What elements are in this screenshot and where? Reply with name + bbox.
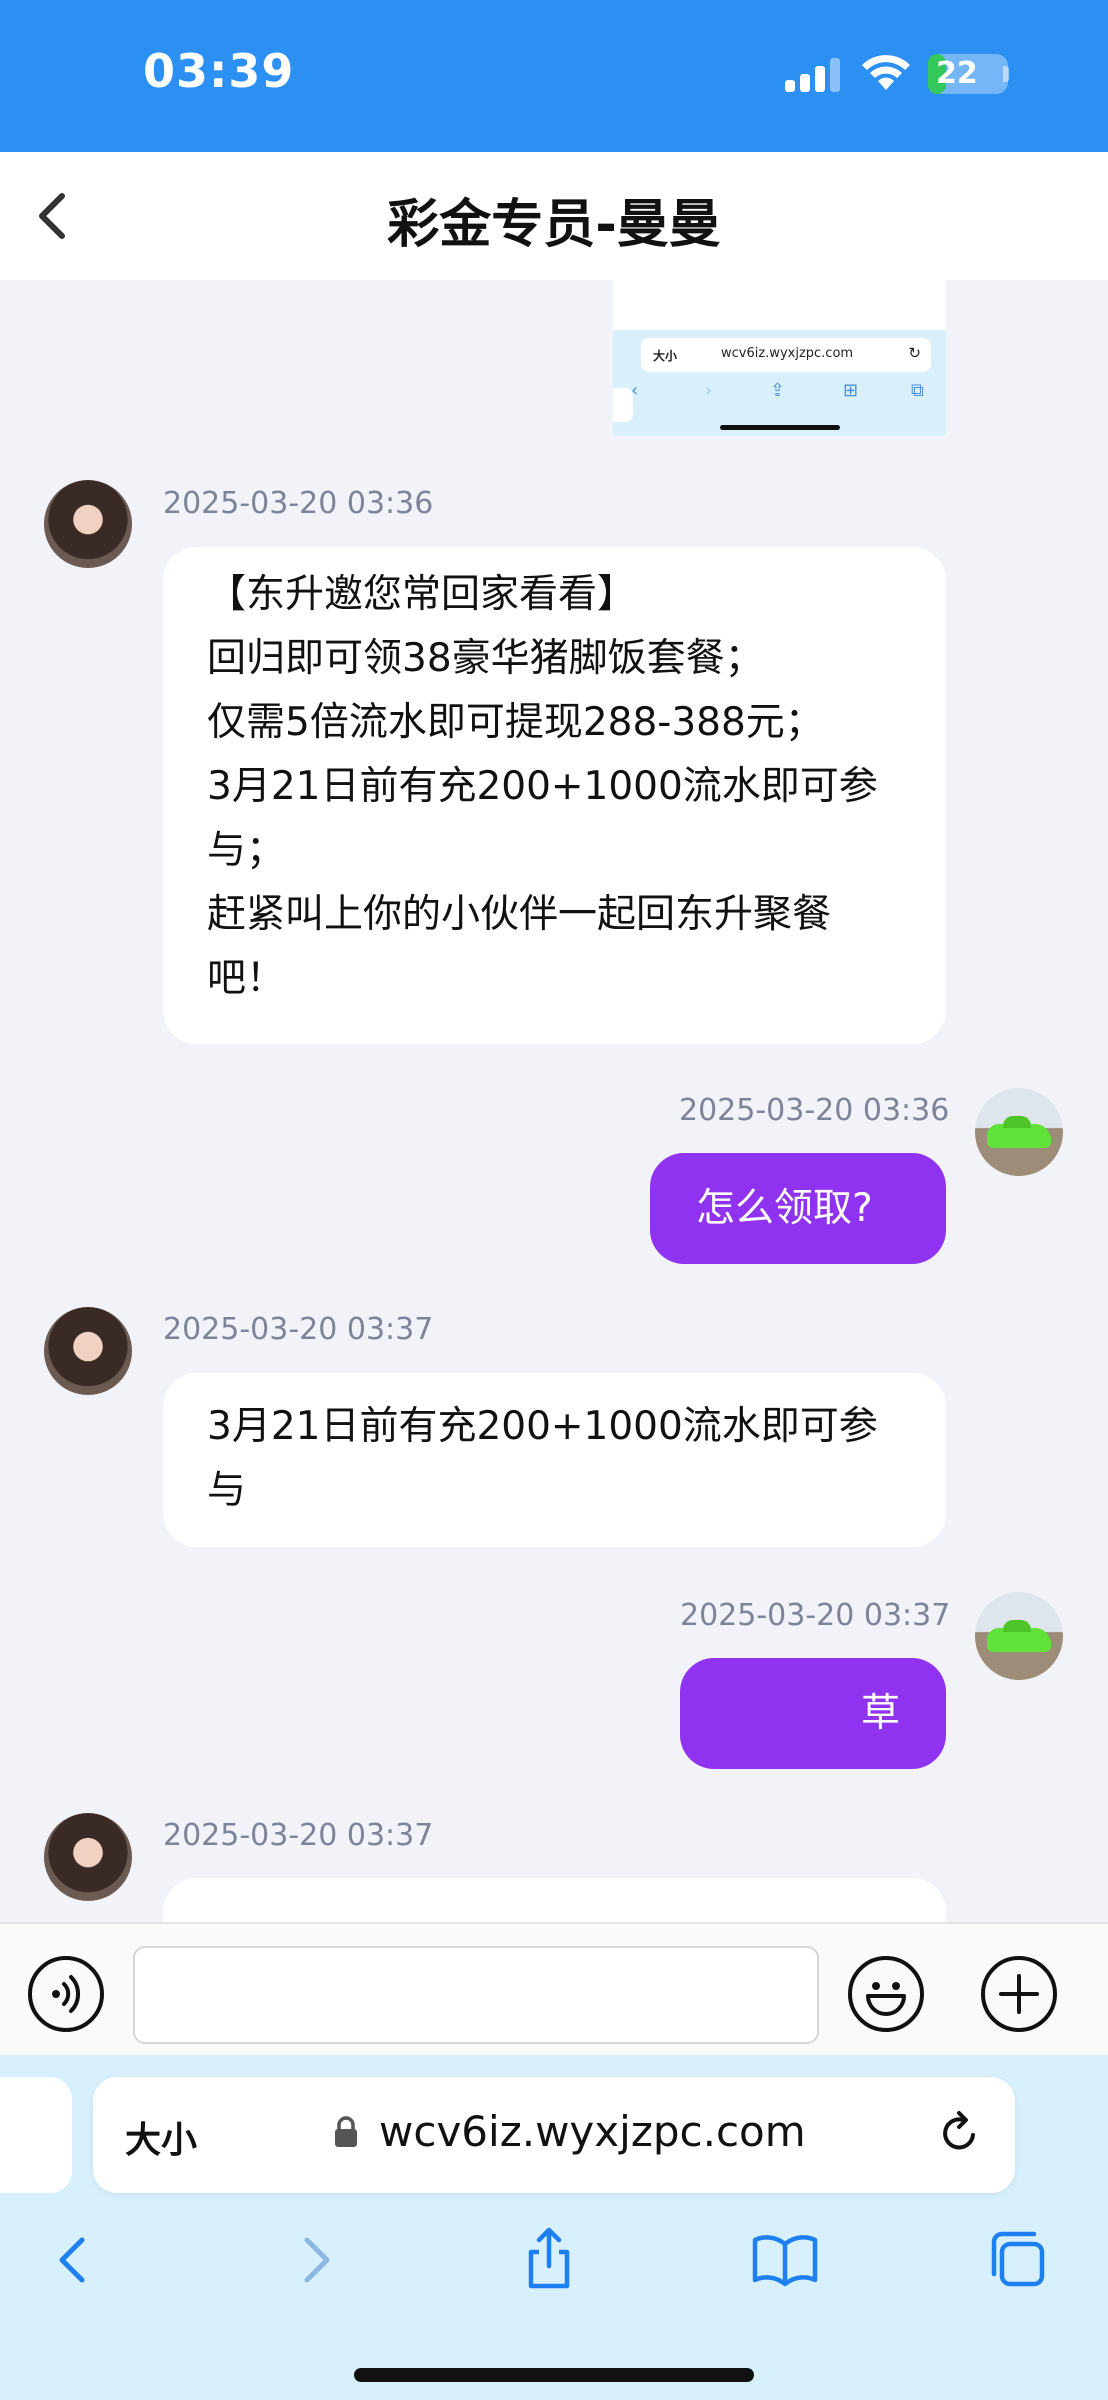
page-title: 彩金专员-曼曼	[387, 195, 721, 255]
message-line: 3月21日前有充200+1000流水即可参	[207, 764, 878, 809]
cellular-signal-icon	[785, 58, 843, 92]
text-size-button[interactable]: 大小	[125, 2111, 197, 2163]
previous-tab[interactable]	[0, 2077, 72, 2193]
thumbnail-reload-icon: ↻	[908, 344, 921, 362]
message-line: 3月21日前有充200+1000流水即可参	[207, 1404, 878, 1449]
message-line: 与	[207, 1468, 247, 1513]
voice-input-button[interactable]	[28, 1956, 104, 2032]
message-bubble-agent[interactable]: 【东升邀您常回家看看】 回归即可领38豪华猪脚饭套餐； 仅需5倍流水即可提现28…	[163, 547, 946, 1044]
battery-icon: 22	[928, 54, 1008, 94]
url-text: wcv6iz.wyxjzpc.com	[379, 2107, 806, 2156]
battery-percent: 22	[936, 56, 978, 91]
thumbnail-url: wcv6iz.wyxjzpc.com	[721, 346, 854, 361]
message-timestamp: 2025-03-20 03:36	[679, 1093, 950, 1128]
agent-avatar[interactable]	[44, 1813, 132, 1901]
message-bubble-agent[interactable]: 3月21日前有充200+1000流水即可参 与	[163, 1373, 946, 1547]
message-bubble-user[interactable]: 怎么领取?	[650, 1153, 946, 1264]
thumbnail-share-icon: ⇪	[770, 380, 786, 401]
thumbnail-home-indicator	[720, 425, 840, 430]
bookmarks-icon[interactable]	[745, 2220, 825, 2300]
message-line: 赶紧叫上你的小伙伴一起回东升聚餐	[207, 892, 832, 937]
thumbnail-forward-icon: ›	[705, 380, 713, 401]
plus-icon	[999, 1974, 1039, 2014]
lock-icon	[335, 2116, 357, 2147]
smiley-icon	[866, 1982, 906, 2016]
message-timestamp: 2025-03-20 03:37	[163, 1818, 434, 1853]
thumbnail-aa-label: 大小	[653, 349, 678, 363]
thumbnail-back-icon: ‹	[631, 380, 639, 401]
wifi-icon	[862, 55, 910, 90]
message-timestamp: 2025-03-20 03:37	[680, 1598, 951, 1633]
message-timestamp: 2025-03-20 03:37	[163, 1312, 434, 1347]
battery-tip	[1003, 66, 1009, 82]
message-input[interactable]	[133, 1946, 819, 2044]
browser-toolbar: 大小 wcv6iz.wyxjzpc.com	[0, 2055, 1108, 2400]
agent-avatar[interactable]	[44, 1307, 132, 1395]
agent-avatar[interactable]	[44, 480, 132, 568]
address-bar[interactable]: 大小 wcv6iz.wyxjzpc.com	[93, 2077, 1015, 2193]
thumbnail-tabs-icon: ⧉	[911, 380, 924, 401]
message-line: 【东升邀您常回家看看】	[207, 572, 637, 617]
voice-icon	[52, 1975, 81, 2013]
image-message-thumbnail[interactable]: 大小 wcv6iz.wyxjzpc.com ↻ ‹ › ⇪ ⊞ ⧉	[613, 280, 946, 436]
status-time: 03:39	[143, 44, 295, 98]
message-timestamp: 2025-03-20 03:36	[163, 486, 434, 521]
reload-icon[interactable]	[933, 2107, 985, 2159]
message-bubble-agent[interactable]	[163, 1878, 946, 1922]
message-line: 怎么领取?	[696, 1186, 873, 1231]
message-line: 仅需5倍流水即可提现288-388元；	[207, 700, 824, 745]
tabs-icon[interactable]	[980, 2220, 1060, 2300]
message-line: 吧！	[207, 956, 286, 1001]
thumbnail-url-bar: 大小 wcv6iz.wyxjzpc.com ↻	[641, 338, 931, 372]
user-avatar[interactable]	[975, 1088, 1063, 1176]
home-indicator	[354, 2368, 754, 2382]
user-avatar[interactable]	[975, 1592, 1063, 1680]
chat-messages[interactable]: 大小 wcv6iz.wyxjzpc.com ↻ ‹ › ⇪ ⊞ ⧉ 2025-0…	[0, 280, 1108, 1922]
browser-back-icon[interactable]	[34, 2220, 114, 2300]
message-line: 草	[860, 1691, 900, 1736]
message-line: 回归即可领38豪华猪脚饭套餐；	[207, 636, 764, 681]
status-bar: 03:39 22	[0, 0, 1108, 152]
emoji-button[interactable]	[848, 1956, 924, 2032]
chat-header: 彩金专员-曼曼	[0, 152, 1108, 280]
thumbnail-nav: ‹ › ⇪ ⊞ ⧉	[613, 380, 946, 410]
more-actions-button[interactable]	[981, 1956, 1057, 2032]
thumbnail-bookmarks-icon: ⊞	[843, 380, 859, 401]
browser-nav-row	[0, 2220, 1108, 2310]
message-bubble-user[interactable]: 草	[680, 1658, 946, 1769]
message-line: 与；	[207, 828, 286, 873]
chat-input-bar	[0, 1922, 1108, 2055]
browser-forward-icon[interactable]	[275, 2220, 355, 2300]
share-icon[interactable]	[509, 2220, 589, 2300]
